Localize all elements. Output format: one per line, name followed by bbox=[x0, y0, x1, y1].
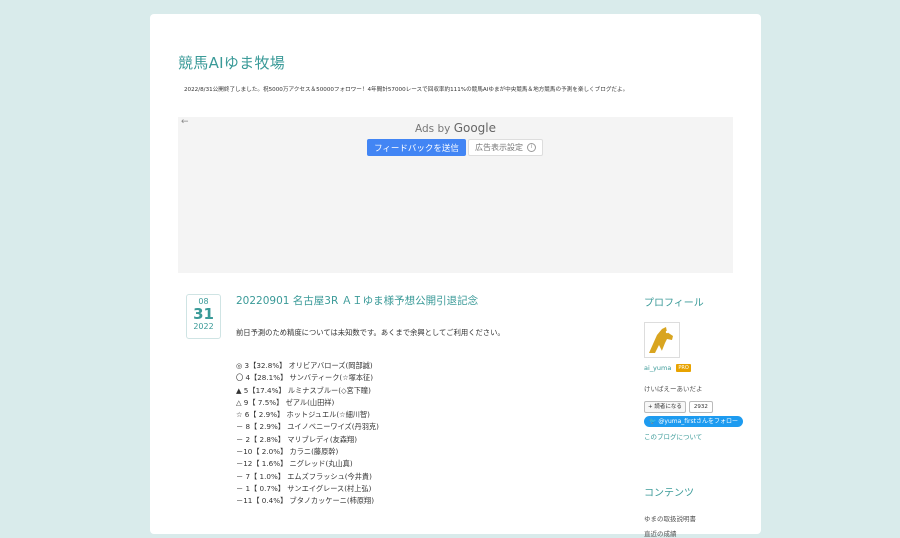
reader-row: + 読者になる 2932 bbox=[644, 401, 713, 413]
prediction-item: － 8【 2.9%】 ユイノベニーワイズ(丹羽克) bbox=[236, 422, 379, 432]
ads-by-google-label: Ads by Google bbox=[178, 121, 733, 135]
google-text: Google bbox=[453, 121, 497, 135]
plus-icon: + bbox=[648, 404, 653, 410]
prediction-item: － 1【 0.7%】 サンエイグレース(村上弘) bbox=[236, 483, 372, 493]
prediction-item: △ 9【 7.5%】 ゼアル(山田祥) bbox=[236, 397, 335, 407]
sidebar: プロフィール ai_yuma PRO けいばえーあいだよ + 読者になる 293… bbox=[644, 294, 754, 538]
twitter-bird-icon: 🐦 bbox=[649, 418, 657, 425]
pro-badge: PRO bbox=[676, 364, 691, 372]
ad-settings-label: 広告表示設定 bbox=[475, 143, 523, 152]
prediction-item: － 2【 2.8%】 マリブレディ(友森翔) bbox=[236, 434, 358, 444]
profile-name-row: ai_yuma PRO bbox=[644, 364, 691, 372]
ad-placeholder: ← Ads by Google フィードバックを送信 広告表示設定 i bbox=[178, 117, 733, 273]
prediction-list: ◎ 3【32.8%】 オリビアバローズ(岡部誠) 〇 4【28.1%】 サンバテ… bbox=[236, 360, 379, 508]
subscribe-button[interactable]: + 読者になる bbox=[644, 401, 686, 413]
prediction-item: －11【 0.4%】 ブタノカッケーニ(柿原翔) bbox=[236, 496, 374, 506]
prediction-item: ☆ 6【 2.9%】 ホットジュエル(☆細川智) bbox=[236, 410, 370, 420]
twitter-follow-label: @yuma_firstさんをフォロー bbox=[658, 418, 739, 425]
horse-logo-icon bbox=[645, 323, 679, 357]
twitter-follow-button[interactable]: 🐦 @yuma_firstさんをフォロー bbox=[644, 416, 744, 427]
avatar[interactable] bbox=[644, 322, 680, 358]
reader-count: 2932 bbox=[688, 401, 713, 413]
prediction-item: － 7【 1.0%】 エムズフラッシュ(今井貴) bbox=[236, 471, 372, 481]
prediction-item: －12【 1.6%】 ニグレッド(丸山真) bbox=[236, 459, 353, 469]
contents-heading: コンテンツ bbox=[644, 488, 694, 499]
info-icon: i bbox=[527, 143, 536, 152]
ads-by-text: Ads by bbox=[414, 123, 451, 135]
entry-title-link[interactable]: 20220901 名古屋3R ＡＩゆま様予想公開引退記念 bbox=[236, 293, 478, 308]
entry-lead-text: 前日予測のため精度については未知数です。あくまで余興としてご利用ください。 bbox=[236, 328, 505, 337]
blog-title-link[interactable]: 競馬AIゆま牧場 bbox=[178, 52, 285, 73]
prediction-item: －10【 2.0%】 カラニ(藤原幹) bbox=[236, 447, 339, 457]
blog-description: 2022/8/31公開終了しました。祝5000万アクセス＆50000フォロワー！… bbox=[184, 87, 629, 93]
entry-day: 31 bbox=[193, 305, 214, 323]
prediction-item: 〇 4【28.1%】 サンバティーク(☆塚本征) bbox=[236, 373, 374, 383]
blog-page: 競馬AIゆま牧場 2022/8/31公開終了しました。祝5000万アクセス＆50… bbox=[150, 14, 761, 538]
ad-settings-button[interactable]: 広告表示設定 i bbox=[468, 139, 543, 156]
prediction-item: ▲ 5【17.4%】 ルミナスブルー(◇宮下瞳) bbox=[236, 385, 371, 395]
subscribe-label: 読者になる bbox=[654, 404, 682, 410]
entry-date: 08 31 2022 bbox=[186, 294, 221, 339]
send-feedback-button[interactable]: フィードバックを送信 bbox=[367, 139, 466, 156]
contents-link-manual[interactable]: ゆまの取扱説明書 bbox=[644, 513, 696, 523]
entry-year: 2022 bbox=[193, 322, 214, 331]
profile-name-link[interactable]: ai_yuma bbox=[644, 364, 671, 372]
prediction-item: ◎ 3【32.8%】 オリビアバローズ(岡部誠) bbox=[236, 361, 373, 370]
profile-heading: プロフィール bbox=[644, 298, 704, 309]
contents-link-results[interactable]: 直近の成績 bbox=[644, 528, 677, 538]
profile-subtitle: けいばえーあいだよ bbox=[644, 385, 703, 393]
about-blog-link[interactable]: このブログについて bbox=[644, 431, 702, 441]
